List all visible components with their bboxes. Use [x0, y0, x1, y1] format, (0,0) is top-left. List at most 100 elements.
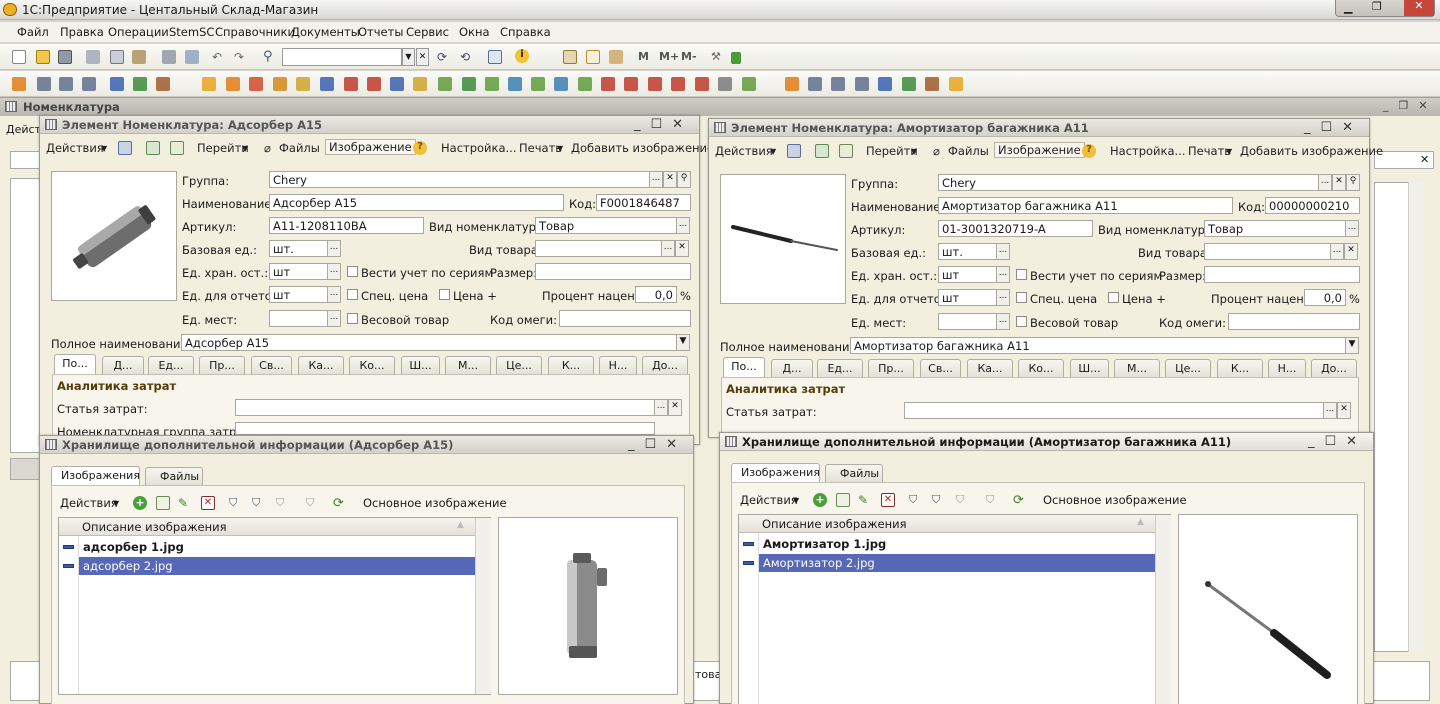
code-field[interactable]: 00000000210 [1265, 197, 1360, 214]
form-tab[interactable]: Ко... [1018, 359, 1064, 377]
document-toolbar-icon[interactable] [785, 77, 799, 91]
search-icon[interactable]: ⚲ [263, 49, 277, 64]
description-column-header[interactable]: Описание изображения [82, 520, 227, 534]
files-button[interactable]: Файлы [948, 144, 989, 158]
form-tab[interactable]: Ш... [401, 356, 440, 374]
form-tab[interactable]: Пр... [199, 356, 245, 374]
document-toolbar-icon[interactable] [531, 77, 545, 91]
settings-button[interactable]: Настройка... [1110, 144, 1186, 158]
group-select-button[interactable]: ... [649, 171, 663, 188]
clear-filter-icon[interactable]: ⛉ [986, 493, 1000, 507]
base-unit-select-button[interactable]: ... [327, 240, 341, 257]
main-image-button[interactable]: Основное изображение [1043, 493, 1187, 507]
description-column-header[interactable]: Описание изображения [762, 517, 907, 531]
catalog-filter-field[interactable] [10, 151, 40, 169]
document-toolbar-icon[interactable] [462, 77, 476, 91]
article-field[interactable]: A11-1208110BA [269, 217, 424, 234]
tab-images[interactable]: Изображения [731, 463, 820, 483]
document-toolbar-icon[interactable] [695, 77, 709, 91]
memory-button[interactable]: M [638, 50, 649, 63]
places-field[interactable] [269, 310, 328, 327]
form-tab[interactable]: Д... [771, 359, 813, 377]
filter-icon[interactable]: ⛉ [229, 496, 243, 510]
document-toolbar-icon[interactable] [249, 77, 263, 91]
base-unit-select-button[interactable]: ... [996, 243, 1010, 260]
document-toolbar-icon[interactable] [273, 77, 287, 91]
series-checkbox[interactable] [1016, 269, 1027, 280]
undo-icon[interactable]: ↶ [212, 50, 226, 64]
form-tab[interactable]: Ш... [1070, 359, 1109, 377]
document-toolbar-icon[interactable] [202, 77, 216, 91]
document-toolbar-icon[interactable] [554, 77, 568, 91]
settings-button[interactable]: Настройка... [441, 141, 517, 155]
goods-kind-clear-button[interactable]: ✕ [1344, 243, 1358, 260]
form-tab[interactable]: К... [548, 356, 594, 374]
report-unit-field[interactable]: шт [269, 286, 328, 303]
delete-icon[interactable]: ✕ [201, 496, 215, 510]
series-checkbox[interactable] [347, 266, 358, 277]
document-toolbar-icon[interactable] [12, 77, 26, 91]
full-name-field[interactable]: Амортизатор багажника А11 [850, 337, 1346, 354]
copy-icon[interactable] [110, 50, 124, 64]
table-row[interactable]: адсорбер 1.jpg [79, 538, 490, 556]
nom-kind-field[interactable]: Товар [535, 217, 677, 234]
open-icon[interactable] [36, 50, 50, 64]
edit-icon[interactable]: ✎ [858, 493, 872, 507]
memory-plus-button[interactable]: M+ [659, 50, 679, 63]
nom-group-cost-field[interactable] [235, 422, 655, 435]
redo-icon[interactable]: ↷ [234, 50, 248, 64]
document-toolbar-icon[interactable] [742, 77, 756, 91]
document-toolbar-icon[interactable] [344, 77, 358, 91]
search-clear-button[interactable]: ✕ [416, 48, 429, 66]
print-preview-icon[interactable] [185, 50, 199, 64]
copy-item-icon[interactable] [839, 144, 853, 158]
document-toolbar-icon[interactable] [226, 77, 240, 91]
price-plus-checkbox[interactable] [439, 289, 450, 300]
table-scrollbar[interactable] [1155, 515, 1171, 704]
document-toolbar-icon[interactable] [133, 77, 147, 91]
form-tab[interactable]: Ка... [967, 359, 1013, 377]
windows-icon[interactable] [488, 50, 502, 64]
form-tab[interactable]: По... [54, 354, 96, 374]
report-unit-field[interactable]: шт [938, 289, 997, 306]
filter-history-icon[interactable]: ⛉ [956, 493, 970, 507]
save-icon[interactable] [58, 50, 72, 64]
clear-filter-icon[interactable]: ⛉ [306, 496, 320, 510]
print-icon[interactable] [162, 50, 176, 64]
storage-unit-select-button[interactable]: ... [996, 266, 1010, 283]
form-actions-button[interactable]: Действия [46, 141, 104, 155]
refresh-icon[interactable] [815, 144, 829, 158]
form-tab[interactable]: До... [1311, 359, 1357, 377]
omega-field[interactable] [1228, 313, 1360, 330]
copy-item-icon[interactable] [170, 141, 184, 155]
form-tab[interactable]: По... [723, 357, 765, 377]
plugin-icon[interactable] [731, 52, 741, 64]
tab-files[interactable]: Файлы [145, 467, 203, 485]
document-toolbar-icon[interactable] [438, 77, 452, 91]
help-icon[interactable]: ? [413, 141, 427, 155]
cost-item-clear-button[interactable]: ✕ [1337, 402, 1351, 419]
document-toolbar-icon[interactable] [855, 77, 869, 91]
size-field[interactable] [1204, 266, 1360, 283]
group-open-icon[interactable]: ⚲ [677, 171, 691, 188]
filter-by-value-icon[interactable]: ⛉ [932, 493, 946, 507]
cut-icon[interactable] [86, 50, 100, 64]
print-button[interactable]: Печать [519, 141, 562, 155]
images-table[interactable]: Описание изображения ▲ Амортизатор 1.jpg… [738, 514, 1171, 704]
calculator-icon[interactable] [563, 50, 577, 64]
base-unit-field[interactable]: шт. [938, 243, 997, 260]
catalog-window-controls[interactable]: _❐✕ [1383, 99, 1438, 112]
document-toolbar-icon[interactable] [902, 77, 916, 91]
table-scrollbar[interactable] [475, 518, 491, 694]
spec-price-checkbox[interactable] [1016, 292, 1027, 303]
document-toolbar-icon[interactable] [413, 77, 427, 91]
form-actions-button[interactable]: Действия [715, 144, 773, 158]
form-tab[interactable]: Ед... [817, 359, 863, 377]
form-tab[interactable]: Це... [496, 356, 542, 374]
document-toolbar-icon[interactable] [390, 77, 404, 91]
goods-kind-field[interactable] [535, 240, 662, 257]
size-field[interactable] [535, 263, 691, 280]
group-select-button[interactable]: ... [1318, 174, 1332, 191]
goto-button[interactable]: Перейти [197, 141, 249, 155]
image-button[interactable]: Изображение [325, 139, 416, 155]
